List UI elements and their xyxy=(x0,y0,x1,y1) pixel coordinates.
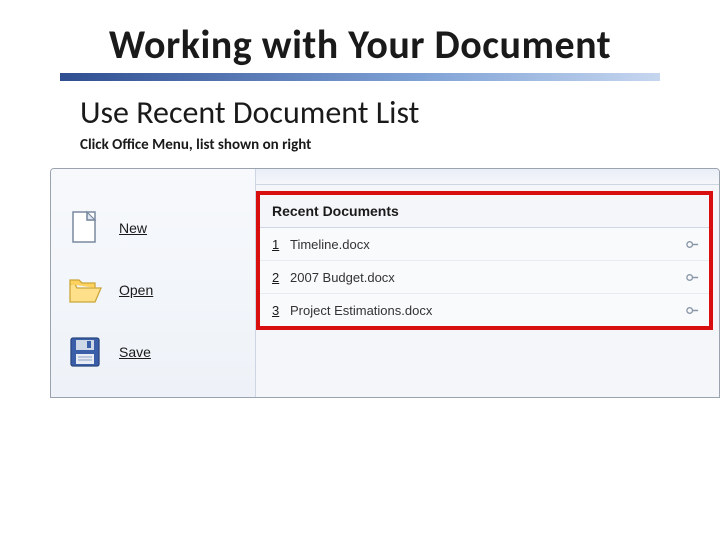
slide-root: Working with Your Document Use Recent Do… xyxy=(0,0,720,540)
recent-document-row[interactable]: 1 Timeline.docx xyxy=(260,228,709,260)
pin-icon[interactable] xyxy=(683,301,701,319)
recent-document-row[interactable]: 3 Project Estimations.docx xyxy=(260,293,709,326)
recent-item-number: 1 xyxy=(272,237,290,252)
recent-item-name: 2007 Budget.docx xyxy=(290,270,683,285)
recent-item-name: Project Estimations.docx xyxy=(290,303,683,318)
pin-icon[interactable] xyxy=(683,235,701,253)
recent-item-number: 2 xyxy=(272,270,290,285)
recent-item-number: 3 xyxy=(272,303,290,318)
recent-item-name: Timeline.docx xyxy=(290,237,683,252)
office-menu-right-column: Recent Documents 1 Timeline.docx 2 2007 … xyxy=(256,169,719,397)
menu-item-save[interactable]: Save xyxy=(51,321,255,383)
title-underline xyxy=(60,73,660,81)
menu-label-open: Open xyxy=(119,282,153,298)
new-document-icon xyxy=(65,208,105,248)
office-menu-screenshot: New Open xyxy=(50,168,720,398)
menu-item-new[interactable]: New xyxy=(51,197,255,259)
slide-subtitle: Use Recent Document List xyxy=(80,93,670,132)
caption-text: Click Office Menu, list shown on right xyxy=(80,136,670,154)
recent-document-row[interactable]: 2 2007 Budget.docx xyxy=(260,260,709,293)
menu-label-save: Save xyxy=(119,344,151,360)
open-folder-icon xyxy=(65,270,105,310)
pin-icon[interactable] xyxy=(683,268,701,286)
office-menu-left-column: New Open xyxy=(51,169,256,397)
menu-item-open[interactable]: Open xyxy=(51,259,255,321)
menu-label-new: New xyxy=(119,220,147,236)
save-floppy-icon xyxy=(65,332,105,372)
recent-documents-header: Recent Documents xyxy=(260,195,709,228)
slide-title: Working with Your Document xyxy=(50,20,670,69)
recent-documents-highlight: Recent Documents 1 Timeline.docx 2 2007 … xyxy=(256,191,713,330)
